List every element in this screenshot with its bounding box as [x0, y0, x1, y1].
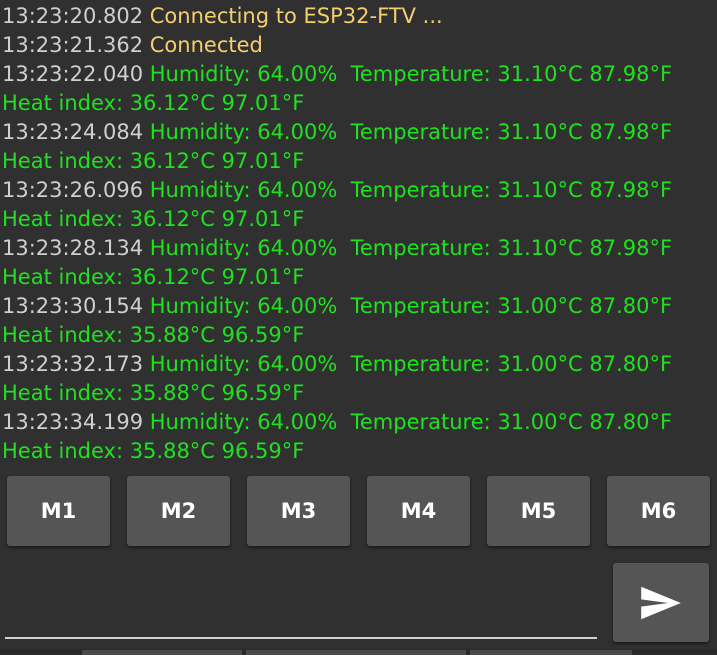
log-line: 13:23:24.084 Humidity: 64.00% Temperatur…: [2, 118, 715, 147]
log-timestamp: 13:23:24.084: [2, 120, 144, 144]
log-line: Heat index: 35.88°C 96.59°F: [2, 437, 715, 466]
macro-button-m5[interactable]: M5: [487, 476, 590, 546]
command-input[interactable]: [5, 585, 597, 637]
macro-button-m1[interactable]: M1: [7, 476, 110, 546]
log-message: Humidity: 64.00% Temperature: 31.00°C 87…: [149, 352, 673, 376]
log-line: 13:23:32.173 Humidity: 64.00% Temperatur…: [2, 350, 715, 379]
log-line: 13:23:30.154 Humidity: 64.00% Temperatur…: [2, 292, 715, 321]
log-timestamp: 13:23:32.173: [2, 352, 144, 376]
macro-button-m6[interactable]: M6: [607, 476, 710, 546]
macro-button-m3[interactable]: M3: [247, 476, 350, 546]
send-icon: [641, 586, 681, 619]
log-message: Heat index: 35.88°C 96.59°F: [2, 381, 305, 405]
log-message: Humidity: 64.00% Temperature: 31.10°C 87…: [149, 120, 673, 144]
send-button[interactable]: [613, 563, 709, 642]
macro-button-row: M1 M2 M3 M4 M5 M6: [7, 476, 717, 546]
log-message: Humidity: 64.00% Temperature: 31.10°C 87…: [149, 62, 673, 86]
log-line: 13:23:26.096 Humidity: 64.00% Temperatur…: [2, 176, 715, 205]
log-message: Heat index: 36.12°C 97.01°F: [2, 265, 305, 289]
log-message: Heat index: 36.12°C 97.01°F: [2, 91, 305, 115]
log-timestamp: 13:23:34.199: [2, 410, 144, 434]
log-message: Heat index: 35.88°C 96.59°F: [2, 323, 305, 347]
log-message: Heat index: 36.12°C 97.01°F: [2, 149, 305, 173]
command-input-container: [5, 585, 597, 639]
log-line: Heat index: 36.12°C 97.01°F: [2, 147, 715, 176]
macro-button-m2[interactable]: M2: [127, 476, 230, 546]
log-timestamp: 13:23:20.802: [2, 4, 144, 28]
log-message: Heat index: 35.88°C 96.59°F: [2, 439, 305, 463]
serial-terminal-app: 13:23:20.802 Connecting to ESP32-FTV ...…: [0, 0, 717, 655]
log-line: Heat index: 36.12°C 97.01°F: [2, 205, 715, 234]
log-line: 13:23:28.134 Humidity: 64.00% Temperatur…: [2, 234, 715, 263]
bottom-nav-item[interactable]: [246, 650, 466, 655]
log-message: Humidity: 64.00% Temperature: 31.10°C 87…: [149, 178, 673, 202]
log-line: Heat index: 36.12°C 97.01°F: [2, 263, 715, 292]
log-line: 13:23:22.040 Humidity: 64.00% Temperatur…: [2, 60, 715, 89]
bottom-nav-item[interactable]: [470, 650, 632, 655]
log-message: Humidity: 64.00% Temperature: 31.00°C 87…: [149, 410, 673, 434]
log-timestamp: 13:23:22.040: [2, 62, 144, 86]
log-line: Heat index: 35.88°C 96.59°F: [2, 321, 715, 350]
log-timestamp: 13:23:26.096: [2, 178, 144, 202]
bottom-nav-item[interactable]: [82, 650, 242, 655]
log-line: Heat index: 35.88°C 96.59°F: [2, 379, 715, 408]
log-timestamp: 13:23:28.134: [2, 236, 144, 260]
log-message: Connecting to ESP32-FTV ...: [149, 4, 443, 28]
log-message: Connected: [149, 33, 263, 57]
log-line: Heat index: 36.12°C 97.01°F: [2, 89, 715, 118]
log-line: 13:23:34.199 Humidity: 64.00% Temperatur…: [2, 408, 715, 437]
log-line: 13:23:20.802 Connecting to ESP32-FTV ...: [2, 2, 715, 31]
macro-button-m4[interactable]: M4: [367, 476, 470, 546]
log-timestamp: 13:23:30.154: [2, 294, 144, 318]
log-message: Heat index: 36.12°C 97.01°F: [2, 207, 305, 231]
log-message: Humidity: 64.00% Temperature: 31.00°C 87…: [149, 294, 673, 318]
log-timestamp: 13:23:21.362: [2, 33, 144, 57]
log-message: Humidity: 64.00% Temperature: 31.10°C 87…: [149, 236, 673, 260]
terminal-log[interactable]: 13:23:20.802 Connecting to ESP32-FTV ...…: [2, 2, 715, 466]
log-line: 13:23:21.362 Connected: [2, 31, 715, 60]
bottom-navigation-bar: [0, 649, 717, 655]
